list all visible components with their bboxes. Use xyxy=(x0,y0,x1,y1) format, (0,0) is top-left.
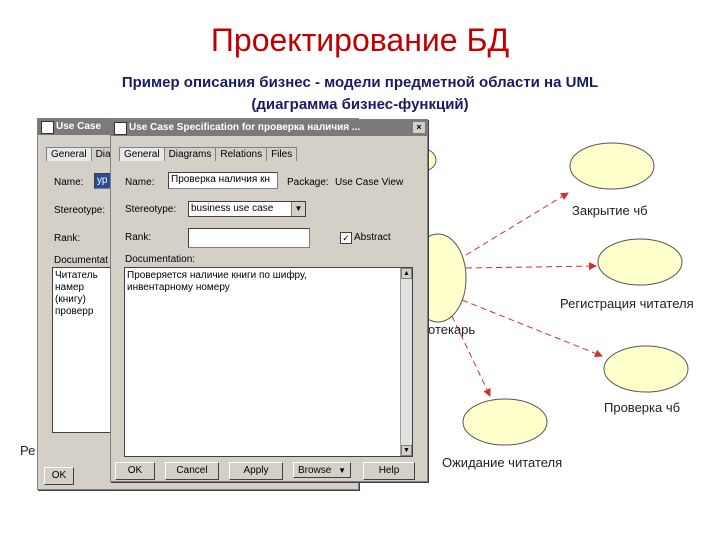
back-tab-general[interactable]: General xyxy=(46,147,92,161)
back-doc-line-2: (книгу) проверр xyxy=(55,294,94,317)
rank-field[interactable] xyxy=(188,228,310,248)
window-icon xyxy=(41,121,54,134)
use-case-check-label: Проверка чб xyxy=(604,400,681,415)
browse-label: Browse xyxy=(298,465,332,476)
tab-diagrams[interactable]: Diagrams xyxy=(163,147,217,161)
documentation-textarea[interactable]: Проверяется наличие книги по шифру, инве… xyxy=(124,267,413,457)
use-case-register-label: Регистрация читателя xyxy=(560,296,694,311)
documentation-scrollbar[interactable]: ▲ ▼ xyxy=(400,268,412,456)
abstract-checkbox[interactable]: ✓ xyxy=(340,232,352,244)
help-button[interactable]: Help xyxy=(363,462,415,480)
ok-button[interactable]: OK xyxy=(115,462,155,480)
dialog-titlebar[interactable]: Use Case Specification for проверка нали… xyxy=(111,120,427,136)
back-name-label: Name: xyxy=(54,177,84,188)
arrow-to-register xyxy=(465,262,597,271)
documentation-label: Documentation: xyxy=(125,254,196,265)
use-case-register[interactable] xyxy=(597,238,683,286)
chevron-down-icon[interactable]: ▼ xyxy=(291,202,305,216)
use-case-close-label: Закрытие чб xyxy=(572,203,648,218)
back-rank-label: Rank: xyxy=(54,233,81,244)
back-documentation-label: Documentat xyxy=(54,255,108,266)
name-label: Name: xyxy=(125,177,155,188)
scroll-down-icon[interactable]: ▼ xyxy=(401,445,412,456)
back-dialog-title: Use Case xyxy=(56,121,102,132)
use-case-wait[interactable] xyxy=(462,398,548,446)
use-case-check[interactable] xyxy=(603,345,689,393)
back-stereotype-label: Stereotype: xyxy=(54,205,106,216)
use-case-specification-dialog[interactable]: Use Case Specification for проверка нали… xyxy=(110,119,428,482)
back-ok-button[interactable]: OK xyxy=(44,467,74,485)
left-label-fragment: Ре xyxy=(20,443,36,458)
package-label: Package: xyxy=(287,177,329,188)
name-field[interactable]: Проверка наличия кн xyxy=(168,172,278,189)
chevron-down-icon: ▼ xyxy=(338,466,346,475)
actor-label: отекарь xyxy=(428,322,476,337)
cancel-button[interactable]: Cancel xyxy=(165,462,219,480)
tab-general[interactable]: General xyxy=(119,147,165,161)
window-icon xyxy=(114,122,127,135)
stereotype-label: Stereotype: xyxy=(125,204,177,215)
tab-files[interactable]: Files xyxy=(266,147,298,161)
tab-relations[interactable]: Relations xyxy=(215,147,268,161)
stereotype-value: business use case xyxy=(191,203,274,214)
scroll-up-icon[interactable]: ▲ xyxy=(401,268,412,279)
arrow-to-close xyxy=(465,192,569,256)
close-icon[interactable]: × xyxy=(413,122,425,133)
stereotype-select[interactable]: business use case ▼ xyxy=(188,201,306,217)
use-case-close[interactable] xyxy=(569,142,655,190)
rank-label: Rank: xyxy=(125,232,152,243)
back-documentation-text[interactable]: Читатель намер (книгу) проверр xyxy=(52,267,118,433)
use-case-wait-label: Ожидание читателя xyxy=(442,455,563,470)
browse-button[interactable]: Browse ▼ xyxy=(293,462,351,478)
back-doc-line-1: Читатель намер xyxy=(55,270,98,293)
package-value: Use Case View xyxy=(335,177,404,188)
abstract-label: Abstract xyxy=(354,232,391,243)
doc-line-2: инвентарному номеру xyxy=(127,282,230,293)
dialog-title: Use Case Specification for проверка нали… xyxy=(129,122,361,133)
doc-line-1: Проверяется наличие книги по шифру, xyxy=(127,270,307,281)
apply-button[interactable]: Apply xyxy=(229,462,283,480)
